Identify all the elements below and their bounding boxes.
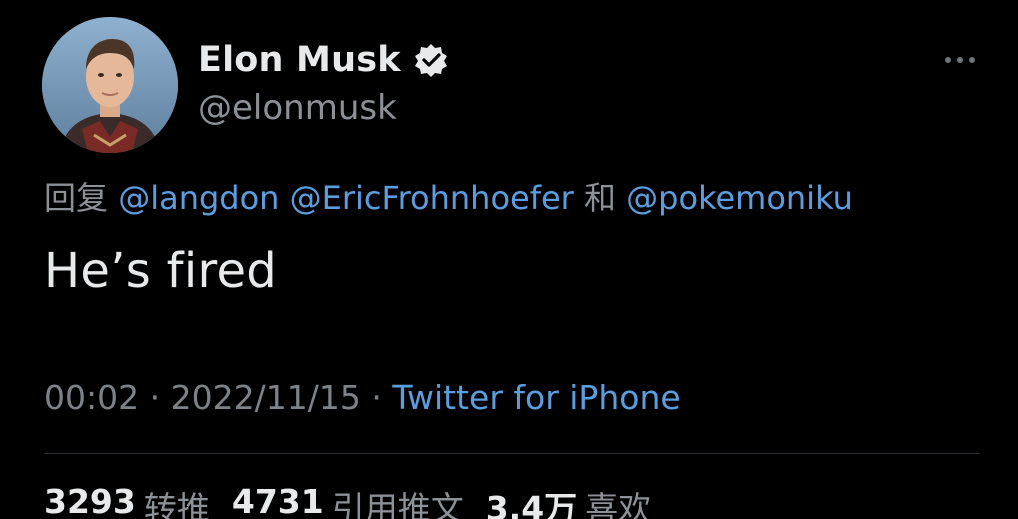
verified-badge-icon — [413, 42, 449, 78]
author-name-row: Elon Musk — [198, 40, 449, 80]
mention-link[interactable]: @langdon — [118, 179, 279, 217]
meta-separator: · — [371, 378, 382, 417]
reply-prefix: 回复 — [44, 179, 109, 217]
tweet-text: He’s fired — [44, 243, 278, 299]
mention-link[interactable]: @pokemoniku — [626, 179, 853, 217]
tweet-card: Elon Musk @elonmusk 回复 @langdon @EricFro… — [0, 0, 1018, 519]
tweet-date[interactable]: 2022/11/15 — [171, 378, 361, 417]
author-display-name[interactable]: Elon Musk — [198, 40, 401, 80]
replying-to-line: 回复 @langdon @EricFrohnhoefer 和 @pokemoni… — [44, 173, 853, 219]
tweet-time[interactable]: 00:02 — [44, 378, 139, 417]
author-handle[interactable]: @elonmusk — [198, 88, 397, 128]
likes-count[interactable]: 3.4万 — [486, 482, 577, 519]
retweets-count[interactable]: 3293 — [44, 482, 136, 519]
meta-separator: · — [149, 378, 161, 417]
divider — [44, 453, 980, 454]
more-options-icon[interactable] — [942, 50, 978, 70]
retweets-label[interactable]: 转推 — [144, 482, 210, 519]
reply-joiner: 和 — [583, 179, 616, 217]
quotes-label[interactable]: 引用推文 — [332, 482, 464, 519]
mention-link[interactable]: @EricFrohnhoefer — [290, 179, 574, 217]
tweet-source-link[interactable]: Twitter for iPhone — [392, 378, 680, 417]
tweet-meta: 00:02 · 2022/11/15 · Twitter for iPhone — [44, 378, 681, 417]
likes-label[interactable]: 喜欢 — [585, 482, 651, 519]
tweet-stats: 3293 转推 4731 引用推文 3.4万 喜欢 — [44, 482, 673, 519]
profile-avatar[interactable] — [42, 17, 178, 153]
quotes-count[interactable]: 4731 — [232, 482, 324, 519]
